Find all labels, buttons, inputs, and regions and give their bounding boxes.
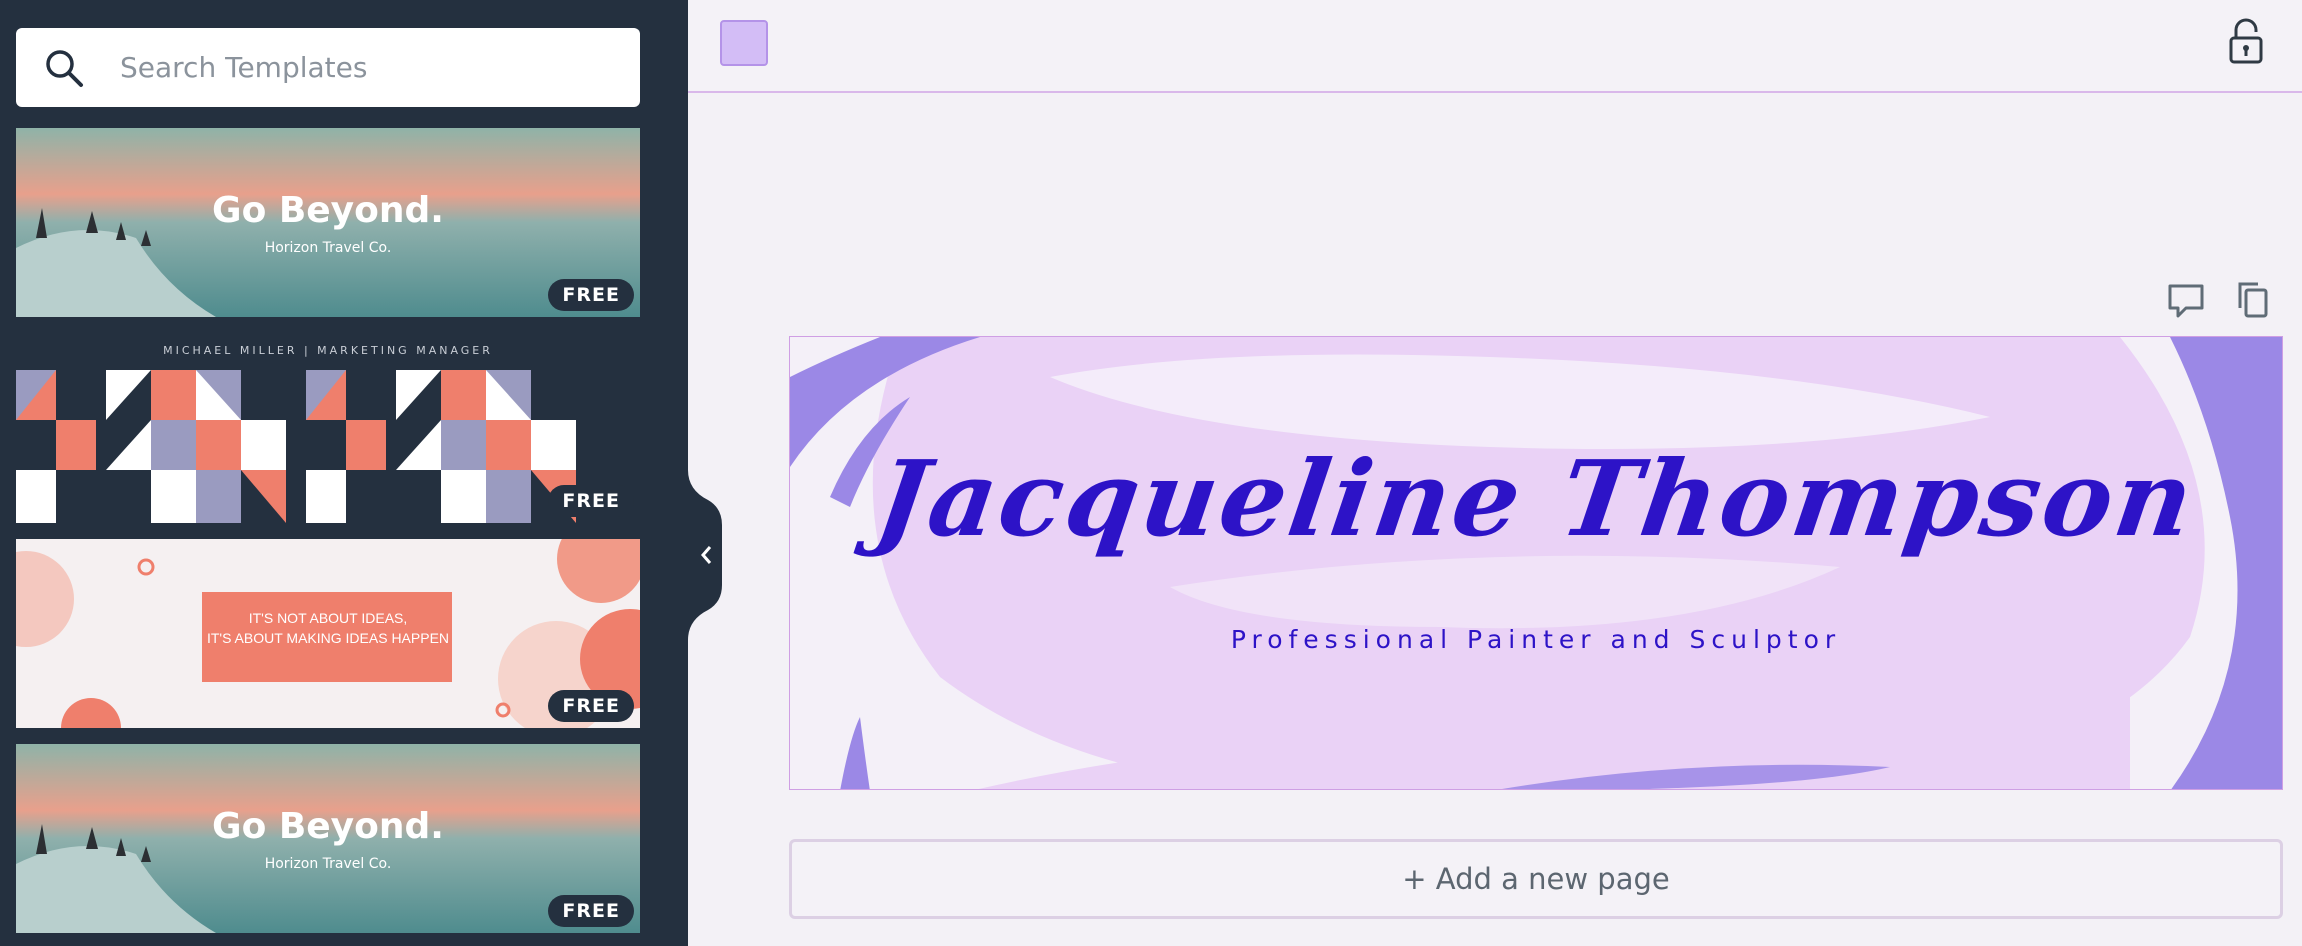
search-input[interactable]: [120, 28, 620, 107]
brush-stroke-background: [790, 337, 2282, 789]
templates-sidebar: Go Beyond. Horizon Travel Co. FREE: [0, 0, 688, 946]
free-badge: FREE: [548, 279, 634, 311]
duplicate-icon[interactable]: [2232, 280, 2276, 320]
template-title: Go Beyond.: [212, 190, 444, 231]
canvas-subtitle-text[interactable]: Professional Painter and Sculptor: [790, 625, 2282, 654]
canvas-name-text[interactable]: Jacqueline Thompson: [790, 437, 2282, 560]
template-card-geometric[interactable]: MICHAEL MILLER | MARKETING MANAGER FREE: [16, 334, 640, 523]
template-subtitle: Horizon Travel Co.: [264, 856, 392, 872]
free-badge: FREE: [548, 690, 634, 722]
collapse-sidebar-button[interactable]: [688, 470, 722, 640]
lock-icon[interactable]: [2226, 18, 2266, 64]
search-box[interactable]: [16, 28, 640, 107]
template-thumbnail: MICHAEL MILLER | MARKETING MANAGER: [16, 334, 640, 523]
template-line-1: IT'S NOT ABOUT IDEAS,: [248, 610, 408, 626]
search-icon: [46, 50, 83, 87]
template-header: MICHAEL MILLER | MARKETING MANAGER: [163, 344, 493, 357]
color-swatch-button[interactable]: [720, 20, 768, 66]
comment-icon[interactable]: [2164, 280, 2208, 320]
design-canvas[interactable]: Jacqueline Thompson Professional Painter…: [789, 336, 2283, 790]
editor-toolbar: [688, 0, 2302, 93]
free-badge: FREE: [548, 485, 634, 517]
free-badge: FREE: [548, 895, 634, 927]
add-page-button[interactable]: + Add a new page: [789, 839, 2283, 919]
template-card-go-beyond-2[interactable]: Go Beyond. Horizon Travel Co. FREE: [16, 744, 640, 933]
template-card-go-beyond[interactable]: Go Beyond. Horizon Travel Co. FREE: [16, 128, 640, 317]
template-subtitle: Horizon Travel Co.: [264, 240, 392, 256]
template-line-2: IT'S ABOUT MAKING IDEAS HAPPEN: [206, 630, 450, 646]
template-card-ideas[interactable]: IT'S NOT ABOUT IDEAS, IT'S ABOUT MAKING …: [16, 539, 640, 728]
template-title: Go Beyond.: [212, 806, 444, 847]
